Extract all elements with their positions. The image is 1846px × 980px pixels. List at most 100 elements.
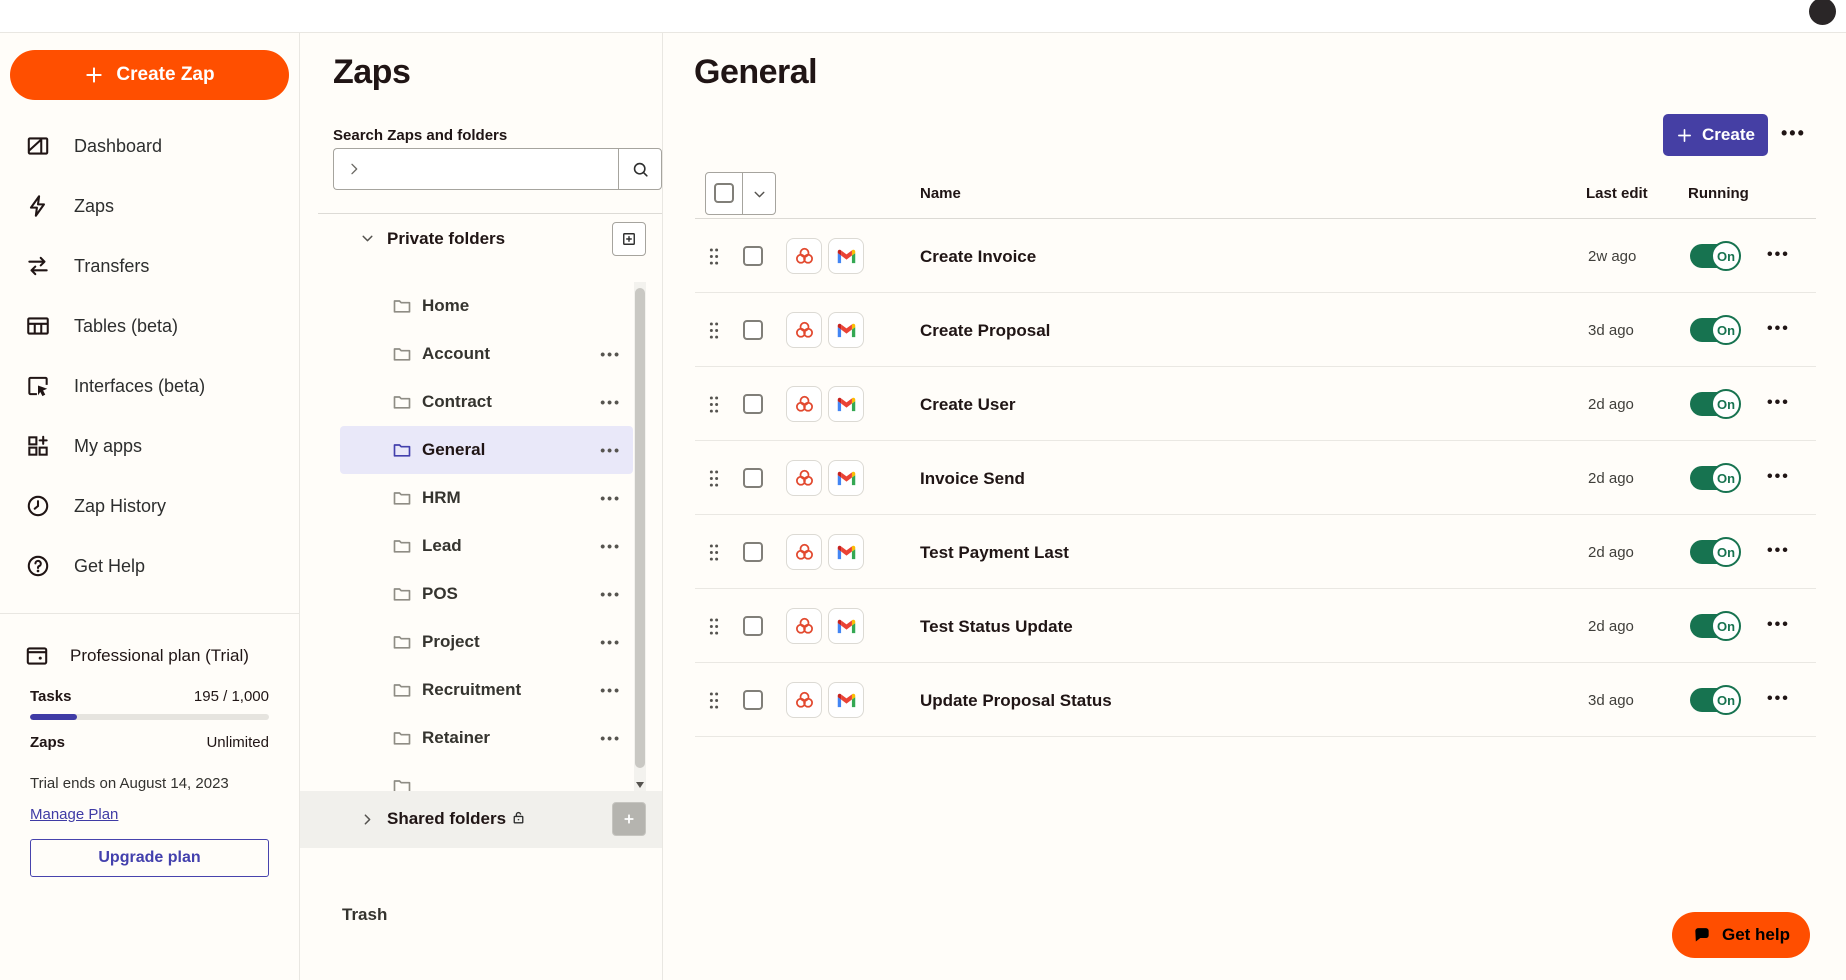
drag-handle-icon[interactable] [707, 616, 721, 637]
drag-handle-icon[interactable] [707, 246, 721, 267]
running-toggle[interactable]: On [1690, 611, 1741, 641]
upgrade-plan-button[interactable]: Upgrade plan [30, 839, 269, 877]
drag-handle-icon[interactable] [707, 690, 721, 711]
folder-menu-button[interactable]: ••• [600, 682, 621, 698]
trash-link[interactable]: Trash [342, 905, 387, 925]
scrollbar-down-arrow[interactable] [636, 782, 644, 788]
chat-bubble-icon [1695, 928, 1709, 942]
trial-note: Trial ends on August 14, 2023 [30, 775, 229, 792]
sidebar-item-tables[interactable]: Tables (beta) [0, 296, 299, 356]
select-all-control [705, 172, 776, 215]
folder-menu-button[interactable]: ••• [600, 586, 621, 602]
scrollbar-thumb[interactable] [635, 288, 645, 768]
last-edit-value: 3d ago [1588, 692, 1634, 709]
zap-name-link[interactable]: Update Proposal Status [920, 691, 1112, 711]
search-button[interactable] [618, 148, 662, 190]
folder-menu-button[interactable]: ••• [600, 634, 621, 650]
zap-name-link[interactable]: Test Status Update [920, 617, 1073, 637]
folder-more-menu-button[interactable]: ••• [1781, 123, 1806, 144]
folder-menu-button[interactable]: ••• [600, 538, 621, 554]
zoho-icon [786, 534, 822, 570]
row-menu-button[interactable]: ••• [1767, 616, 1790, 634]
row-checkbox[interactable] [743, 616, 763, 636]
drag-handle-icon[interactable] [707, 320, 721, 341]
sidebar-item-label: Interfaces (beta) [74, 375, 206, 396]
folder-item[interactable]: Home ••• [340, 282, 633, 330]
zap-name-link[interactable]: Create Proposal [920, 321, 1050, 341]
folder-item[interactable]: General ••• [340, 426, 633, 474]
create-zap-button[interactable]: Create Zap [10, 50, 289, 100]
shared-folders-header[interactable]: Shared folders [300, 791, 662, 848]
drag-handle-icon[interactable] [707, 468, 721, 489]
sidebar-item-zaps[interactable]: Zaps [0, 176, 299, 236]
add-shared-folder-button[interactable] [612, 802, 646, 836]
folder-item[interactable]: Project ••• [340, 618, 633, 666]
question-circle-icon [27, 555, 49, 577]
manage-plan-link[interactable]: Manage Plan [30, 806, 118, 823]
running-toggle[interactable]: On [1690, 389, 1741, 419]
running-toggle[interactable]: On [1690, 241, 1741, 271]
folder-menu-button[interactable]: ••• [600, 442, 621, 458]
row-checkbox[interactable] [743, 246, 763, 266]
sidebar-item-get-help[interactable]: Get Help [0, 536, 299, 596]
create-button-label: Create [1702, 125, 1755, 144]
folder-menu-button[interactable]: ••• [600, 490, 621, 506]
folder-item[interactable]: Recruitment ••• [340, 666, 633, 714]
drag-handle-icon[interactable] [707, 394, 721, 415]
last-edit-value: 2d ago [1588, 544, 1634, 561]
folder-item[interactable]: HRM ••• [340, 474, 633, 522]
row-menu-button[interactable]: ••• [1767, 394, 1790, 412]
sidebar-item-my-apps[interactable]: My apps [0, 416, 299, 476]
sidebar-item-dashboard[interactable]: Dashboard [0, 116, 299, 176]
folder-item[interactable]: Contract ••• [340, 378, 633, 426]
row-checkbox[interactable] [743, 394, 763, 414]
gmail-icon [828, 312, 864, 348]
folders-panel: Zaps Search Zaps and folders Private fol… [300, 33, 663, 980]
row-checkbox[interactable] [743, 320, 763, 340]
get-help-button[interactable]: Get help [1671, 912, 1810, 958]
running-toggle[interactable]: On [1690, 463, 1741, 493]
row-menu-button[interactable]: ••• [1767, 690, 1790, 708]
running-toggle[interactable]: On [1690, 537, 1741, 567]
zoho-icon [786, 238, 822, 274]
row-checkbox[interactable] [743, 542, 763, 562]
sidebar-item-transfers[interactable]: Transfers [0, 236, 299, 296]
folder-menu-button[interactable]: ••• [600, 730, 621, 746]
dashboard-icon [27, 137, 49, 155]
zap-name-link[interactable]: Invoice Send [920, 469, 1025, 489]
running-toggle[interactable]: On [1690, 315, 1741, 345]
folder-menu-button[interactable]: ••• [600, 346, 621, 362]
create-button[interactable]: Create [1663, 114, 1768, 156]
table-row: Test Status Update 2d ago On ••• [663, 589, 1846, 663]
folder-item[interactable]: Account ••• [340, 330, 633, 378]
user-avatar[interactable] [1809, 0, 1836, 25]
private-folders-header[interactable]: Private folders [300, 222, 662, 256]
sidebar-item-zap-history[interactable]: Zap History [0, 476, 299, 536]
folder-item[interactable]: Lead ••• [340, 522, 633, 570]
folder-item[interactable]: POS ••• [340, 570, 633, 618]
sidebar-item-interfaces[interactable]: Interfaces (beta) [0, 356, 299, 416]
gmail-icon [828, 608, 864, 644]
row-checkbox[interactable] [743, 468, 763, 488]
folder-name: Lead [422, 536, 462, 555]
zap-name-link[interactable]: Test Payment Last [920, 543, 1069, 563]
row-menu-button[interactable]: ••• [1767, 468, 1790, 486]
row-menu-button[interactable]: ••• [1767, 246, 1790, 264]
chevron-down-icon[interactable] [751, 186, 768, 203]
folder-icon [392, 296, 412, 316]
row-checkbox[interactable] [743, 690, 763, 710]
folder-menu-button[interactable]: ••• [600, 394, 621, 410]
add-private-folder-button[interactable] [612, 222, 646, 256]
row-menu-button[interactable]: ••• [1767, 320, 1790, 338]
running-toggle[interactable]: On [1690, 685, 1741, 715]
folder-icon [392, 632, 412, 652]
zap-name-link[interactable]: Create Invoice [920, 247, 1036, 267]
drag-handle-icon[interactable] [707, 542, 721, 563]
select-all-checkbox[interactable] [714, 183, 734, 203]
zap-name-link[interactable]: Create User [920, 395, 1015, 415]
folder-item[interactable]: Retainer ••• [340, 714, 633, 762]
topbar [0, 0, 1846, 33]
last-edit-value: 2w ago [1588, 248, 1637, 265]
search-input[interactable] [370, 149, 618, 189]
row-menu-button[interactable]: ••• [1767, 542, 1790, 560]
